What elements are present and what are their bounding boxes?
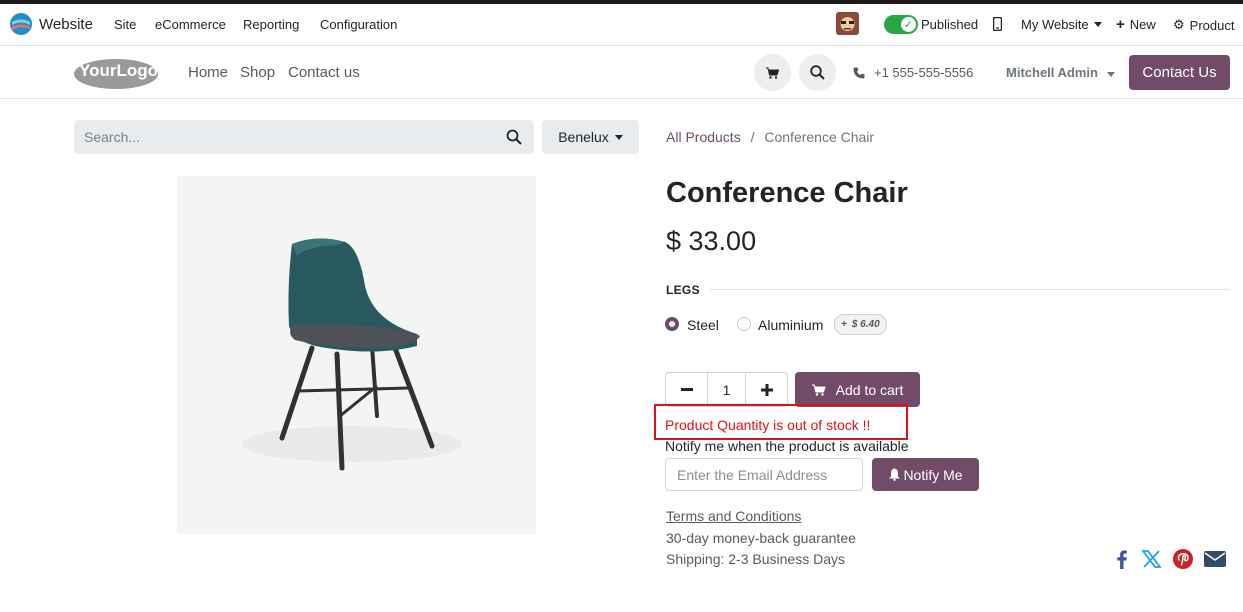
attribute-label: LEGS bbox=[666, 283, 700, 297]
search-input[interactable] bbox=[84, 120, 484, 154]
contact-us-button[interactable]: Contact Us bbox=[1129, 55, 1230, 90]
user-name: Mitchell Admin bbox=[1006, 65, 1098, 80]
product-image bbox=[177, 176, 536, 534]
menu-reporting[interactable]: Reporting bbox=[243, 17, 299, 32]
quantity-input[interactable]: 1 bbox=[707, 373, 746, 406]
avatar-face-icon bbox=[836, 12, 859, 35]
site-logo[interactable]: YourLogo bbox=[73, 54, 159, 90]
option-steel-label[interactable]: Steel bbox=[687, 317, 719, 333]
menu-site[interactable]: Site bbox=[114, 17, 136, 32]
minus-button[interactable] bbox=[666, 373, 707, 406]
website-switcher[interactable]: My Website bbox=[1021, 17, 1102, 32]
add-to-cart-label: Add to cart bbox=[835, 381, 904, 398]
phone-link[interactable]: +1 555-555-5556 bbox=[853, 65, 973, 80]
logo-text: YourLogo bbox=[79, 61, 158, 80]
option-aluminium-label[interactable]: Aluminium bbox=[758, 317, 823, 333]
website-switcher-label: My Website bbox=[1021, 17, 1089, 32]
email-field[interactable] bbox=[665, 458, 863, 491]
phone-icon bbox=[853, 67, 865, 78]
cart-button[interactable] bbox=[754, 54, 791, 91]
extra-price: $ 6.40 bbox=[851, 319, 880, 330]
breadcrumb-all-products[interactable]: All Products bbox=[666, 129, 741, 145]
gear-icon: ⚙ bbox=[1173, 17, 1185, 32]
terms-link[interactable]: Terms and Conditions bbox=[666, 508, 801, 524]
new-button[interactable]: + New bbox=[1116, 17, 1156, 32]
website-app-icon[interactable] bbox=[10, 13, 32, 35]
notify-me-button[interactable]: Notify Me bbox=[872, 458, 979, 491]
pricelist-dropdown[interactable]: Benelux bbox=[542, 120, 639, 154]
attribute-divider bbox=[710, 289, 1230, 290]
x-icon[interactable] bbox=[1140, 548, 1162, 570]
product-title: Conference Chair bbox=[666, 177, 908, 209]
user-menu[interactable]: Mitchell Admin bbox=[1006, 65, 1115, 80]
minus-icon bbox=[680, 388, 693, 391]
published-toggle[interactable]: ✓ bbox=[884, 15, 918, 34]
user-avatar[interactable] bbox=[836, 12, 859, 35]
facebook-icon[interactable] bbox=[1111, 548, 1133, 570]
radio-steel[interactable] bbox=[665, 317, 679, 331]
nav-shop[interactable]: Shop bbox=[240, 64, 275, 81]
out-of-stock-message: Product Quantity is out of stock !! bbox=[665, 417, 871, 433]
search-button[interactable] bbox=[799, 54, 836, 91]
nav-home[interactable]: Home bbox=[188, 64, 228, 81]
menu-configuration[interactable]: Configuration bbox=[320, 17, 397, 32]
notify-me-label: Notify Me bbox=[903, 466, 963, 483]
cart-icon bbox=[811, 384, 826, 396]
add-to-cart-button[interactable]: Add to cart bbox=[795, 372, 920, 407]
breadcrumb-current: Conference Chair bbox=[764, 129, 875, 145]
search-icon[interactable] bbox=[506, 129, 522, 145]
breadcrumb: All Products / Conference Chair bbox=[666, 129, 874, 145]
extra-sign: + bbox=[841, 319, 847, 330]
cart-icon bbox=[766, 67, 779, 79]
breadcrumb-separator: / bbox=[750, 129, 755, 145]
site-header: YourLogo Home Shop Contact us +1 555-555… bbox=[0, 47, 1243, 99]
notify-text: Notify me when the product is available bbox=[665, 438, 909, 454]
plus-button[interactable] bbox=[746, 373, 787, 406]
published-label[interactable]: Published bbox=[921, 17, 978, 32]
product-label: Product bbox=[1189, 17, 1235, 33]
email-icon[interactable] bbox=[1204, 548, 1226, 570]
new-label: New bbox=[1129, 17, 1156, 32]
plus-icon bbox=[760, 383, 773, 396]
search-icon bbox=[810, 65, 825, 80]
guarantee-text: 30-day money-back guarantee bbox=[666, 530, 856, 546]
nav-contact-us[interactable]: Contact us bbox=[288, 64, 360, 81]
chevron-down-icon bbox=[614, 134, 623, 140]
quantity-stepper: 1 bbox=[665, 372, 788, 407]
shipping-text: Shipping: 2-3 Business Days bbox=[666, 551, 845, 567]
chevron-down-icon bbox=[1106, 72, 1115, 77]
extra-price-badge: + $ 6.40 bbox=[834, 314, 887, 335]
radio-aluminium[interactable] bbox=[737, 317, 751, 331]
chevron-down-icon bbox=[1093, 22, 1102, 27]
product-price: $ 33.00 bbox=[666, 226, 757, 256]
phone-number: +1 555-555-5556 bbox=[874, 65, 974, 80]
chair-image bbox=[177, 176, 536, 534]
product-edit-button[interactable]: ⚙ Product bbox=[1173, 17, 1234, 33]
app-name[interactable]: Website bbox=[39, 16, 93, 33]
menu-ecommerce[interactable]: eCommerce bbox=[155, 17, 226, 32]
pinterest-icon[interactable] bbox=[1172, 548, 1194, 570]
plus-icon: + bbox=[1116, 16, 1125, 33]
admin-navbar: Website Site eCommerce Reporting Configu… bbox=[0, 4, 1243, 46]
bell-icon bbox=[889, 468, 901, 481]
pricelist-label: Benelux bbox=[558, 129, 609, 145]
check-icon: ✓ bbox=[903, 19, 913, 31]
product-search bbox=[74, 120, 534, 154]
mobile-preview-icon[interactable] bbox=[993, 17, 1002, 31]
